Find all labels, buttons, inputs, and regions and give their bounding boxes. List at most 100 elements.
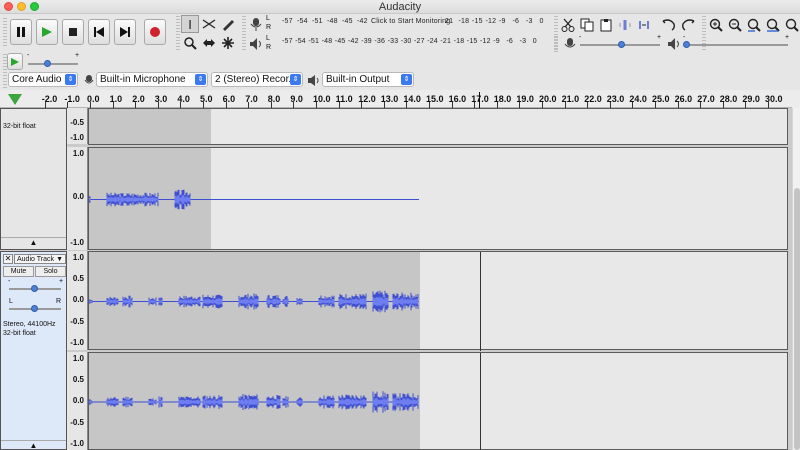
draw-tool-icon[interactable] — [219, 15, 237, 33]
copy-icon[interactable] — [578, 16, 596, 34]
ruler-tick-label: 9.0 — [290, 94, 303, 104]
scrollbar-thumb[interactable] — [794, 188, 800, 450]
undo-icon[interactable] — [660, 16, 678, 34]
meter-tick-label: -39 — [361, 38, 372, 45]
playback-volume-knob[interactable] — [683, 41, 690, 48]
playback-device-dropdown[interactable]: Built-in Output ⇕ — [322, 72, 414, 87]
track1-channel1[interactable] — [88, 108, 788, 145]
track1-waveform[interactable] — [89, 148, 789, 251]
device-grip[interactable] — [3, 72, 7, 88]
track2-ch2-waveform[interactable] — [89, 353, 789, 450]
track2-channel1[interactable] — [88, 251, 789, 351]
vertical-scrollbar[interactable] — [792, 108, 800, 450]
playback-volume-slider[interactable] — [684, 44, 788, 46]
zoom-in-icon[interactable] — [707, 16, 725, 34]
zoom-toggle-icon[interactable] — [783, 16, 800, 34]
speed-min-label: - — [27, 52, 30, 59]
recording-channels-value: 2 (Stereo) Recor... — [215, 74, 297, 85]
tools-grip[interactable] — [176, 16, 180, 52]
meter-tick-label: -15 — [472, 18, 483, 25]
fit-project-icon[interactable] — [764, 16, 782, 34]
meter-tick-label: -18 — [453, 38, 465, 45]
vruler-label: 0.0 — [72, 295, 84, 304]
recording-channels-dropdown[interactable]: 2 (Stereo) Recor... ⇕ — [211, 72, 303, 87]
recording-volume-knob[interactable] — [618, 41, 625, 48]
meter-tick-label: -6 — [506, 38, 514, 45]
meter-grip[interactable] — [242, 16, 246, 52]
envelope-tool-icon[interactable] — [200, 15, 218, 33]
timeline-ruler[interactable]: -2.0 -1.0 0.0 1.0 2.0 3.0 4.0 5.0 6.0 7.0 8.0 9.0 10… — [0, 90, 792, 108]
track1-collapse-button[interactable]: ▲ — [1, 237, 66, 249]
stop-button[interactable] — [62, 19, 84, 45]
solo-button[interactable]: Solo — [35, 266, 66, 277]
speed-max-label: + — [75, 52, 80, 59]
skip-start-icon — [94, 27, 104, 37]
meter-tick-label: -18 — [458, 18, 470, 25]
time-shift-tool-icon[interactable] — [200, 34, 218, 52]
trim-audio-icon[interactable] — [616, 16, 634, 34]
silence-audio-icon[interactable] — [635, 16, 653, 34]
meter-tick-label: -48 — [321, 38, 333, 45]
timeline-options-icon[interactable] — [7, 92, 23, 106]
skip-to-start-button[interactable] — [88, 19, 110, 45]
playback-meter-right-label: R — [266, 44, 272, 51]
multi-tool-icon[interactable] — [219, 34, 237, 52]
track2-ch1-waveform[interactable] — [89, 252, 789, 351]
view-grip[interactable] — [702, 16, 706, 52]
track1-format: 32-bit float — [3, 123, 36, 130]
close-track-icon[interactable]: ✕ — [3, 254, 13, 264]
track-menu-arrow-icon: ▼ — [56, 256, 63, 263]
playhead-line — [480, 252, 481, 351]
fit-selection-icon[interactable] — [745, 16, 763, 34]
track1-ch2-vruler: 1.0 0.0 -1.0 — [67, 147, 88, 250]
pause-button[interactable] — [10, 19, 32, 45]
selection-tool-icon[interactable]: I — [181, 15, 199, 33]
pan-knob[interactable] — [31, 305, 38, 312]
vruler-label: -1.0 — [70, 338, 84, 347]
track2-channel2[interactable] — [88, 352, 788, 450]
zoom-out-icon[interactable] — [726, 16, 744, 34]
meter-tick-label: 21 — [445, 18, 454, 25]
play-at-speed-button[interactable] — [7, 53, 23, 70]
meter-tick-label: -45 — [334, 38, 346, 45]
zoom-tool-icon[interactable] — [181, 34, 199, 52]
play-volume-min: - — [683, 34, 686, 41]
microphone-icon[interactable] — [247, 15, 265, 33]
vruler-label: -1.0 — [70, 133, 84, 142]
audio-host-dropdown[interactable]: Core Audio ⇕ — [8, 72, 78, 87]
vruler-label: -0.5 — [70, 118, 84, 127]
skip-to-end-button[interactable] — [114, 19, 136, 45]
ruler-tick-label: 4.0 — [177, 94, 190, 104]
vruler-label: 1.0 — [72, 149, 84, 158]
dropdown-arrow-icon: ⇕ — [195, 74, 206, 85]
window-title: Audacity — [378, 1, 422, 13]
mute-button[interactable]: Mute — [3, 266, 34, 277]
start-monitoring-prompt[interactable]: Click to Start Monitoring — [371, 18, 450, 25]
record-button[interactable] — [144, 19, 166, 45]
speaker-icon[interactable] — [247, 35, 265, 53]
recording-device-dropdown[interactable]: Built-in Microphone ⇕ — [96, 72, 208, 87]
gain-max-label: + — [59, 278, 64, 285]
track1-control-panel[interactable]: 32-bit float ▲ — [0, 108, 67, 250]
tracks-panel[interactable]: 32-bit float ▲ -0.5 -1.0 1.0 0.0 -1.0 ✕ … — [0, 108, 792, 450]
track2-collapse-button[interactable]: ▲ — [1, 440, 66, 450]
play-button[interactable] — [36, 19, 58, 45]
gain-knob[interactable] — [31, 285, 38, 292]
track2-control-panel[interactable]: ✕ Audio Track ▼ Mute Solo - + L R Stereo,… — [0, 251, 67, 450]
play-speed-slider[interactable] — [28, 63, 78, 65]
vruler-label: -1.0 — [70, 238, 84, 247]
meter-tick-label: -3 — [519, 38, 527, 45]
dropdown-arrow-icon: ⇕ — [290, 74, 301, 85]
redo-icon[interactable] — [679, 16, 697, 34]
play-speed-knob[interactable] — [44, 60, 51, 67]
cut-icon[interactable] — [559, 16, 577, 34]
toolbar-area: I L R -57 -54 -51 -48 -45 -42 Click to Start … — [0, 14, 800, 90]
transport-grip[interactable] — [3, 18, 7, 48]
track-name-menu[interactable]: Audio Track ▼ — [14, 254, 66, 264]
paste-icon[interactable] — [597, 16, 615, 34]
selection-region[interactable] — [89, 109, 211, 144]
meter-tick-label: -42 — [357, 18, 368, 25]
mixer-grip[interactable] — [554, 36, 558, 52]
playhead-marker[interactable] — [479, 92, 480, 108]
track1-channel2[interactable] — [88, 147, 788, 250]
